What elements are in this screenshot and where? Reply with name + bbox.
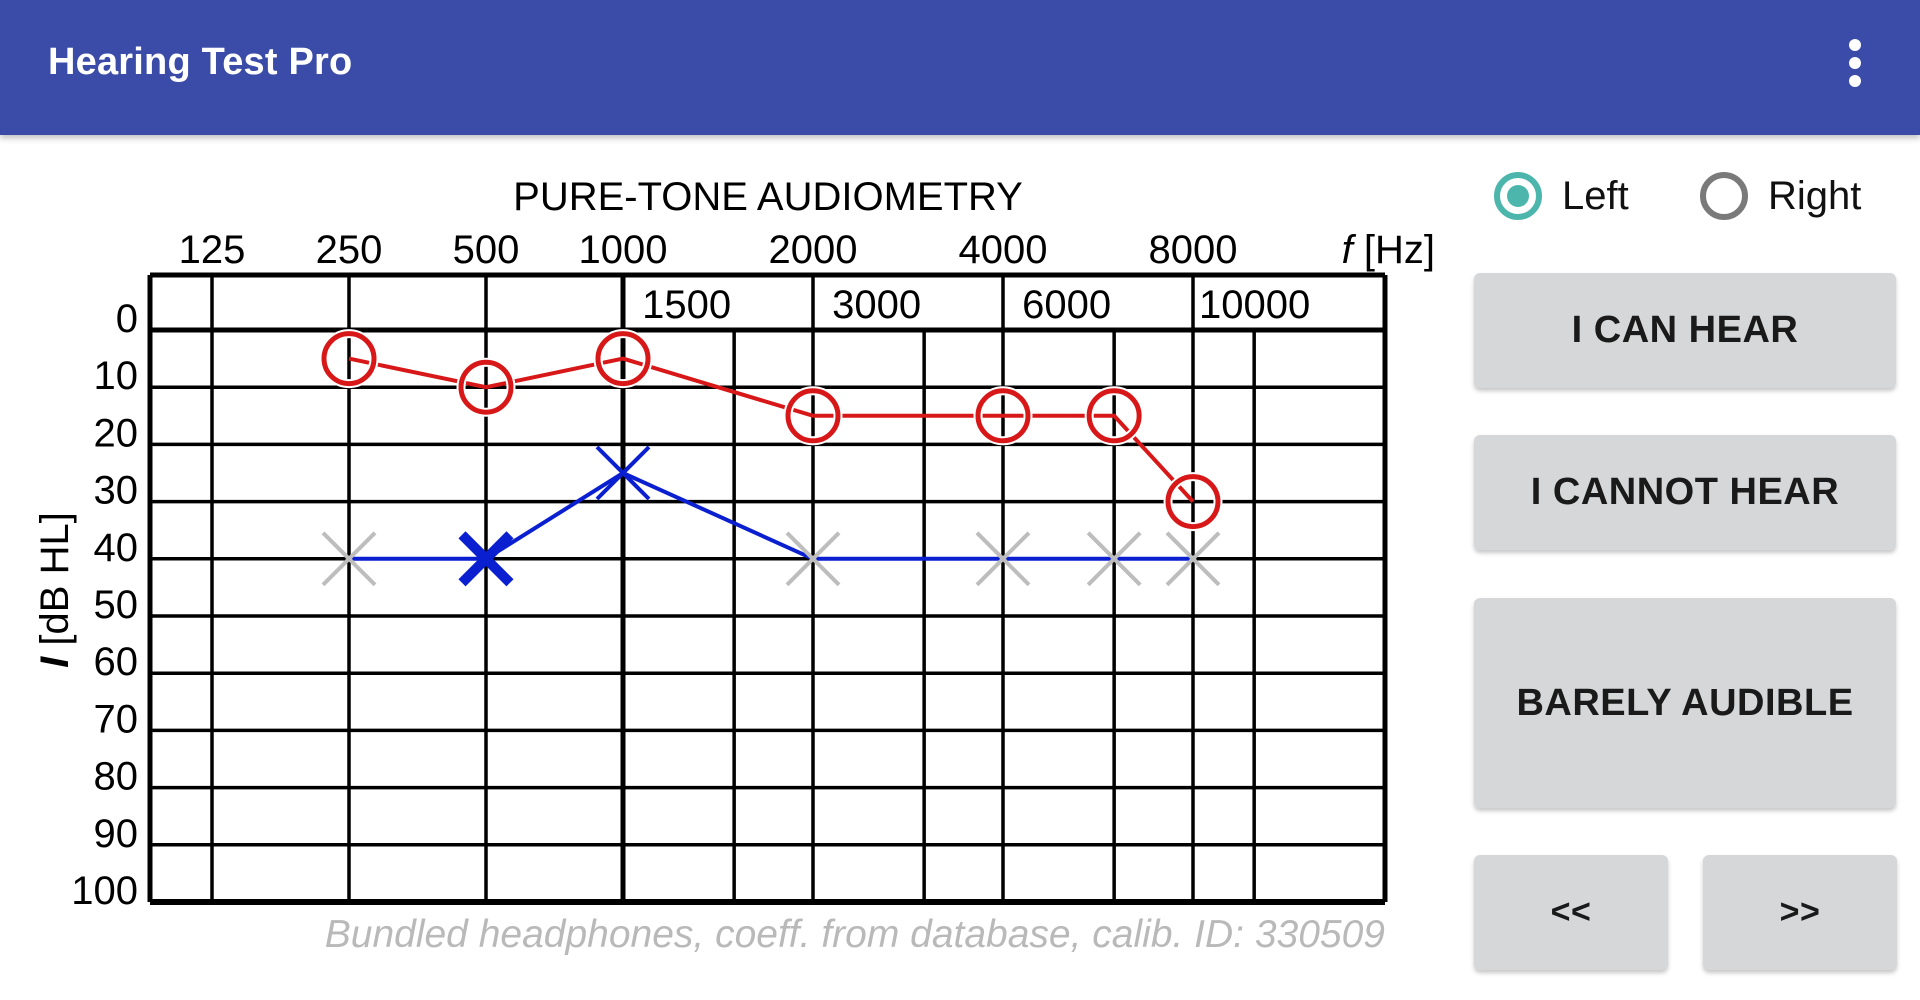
app-title: Hearing Test Pro xyxy=(48,41,353,83)
i-can-hear-button[interactable]: I CAN HEAR xyxy=(1474,273,1896,388)
audiogram-chart: PURE-TONE AUDIOMETRY125 250 500 1000 2000 400… xyxy=(33,175,1435,956)
y-tick-label: 70 xyxy=(94,697,139,741)
calibration-footer: Bundled headphones, coeff. from database… xyxy=(325,913,1385,956)
y-axis-label: I [dB HL] xyxy=(33,512,77,668)
barely-audible-button[interactable]: BARELY AUDIBLE xyxy=(1474,598,1896,808)
y-tick-label: 20 xyxy=(94,411,139,455)
radio-right-ear[interactable]: Right xyxy=(1700,166,1861,226)
i-cannot-hear-button[interactable]: I CANNOT HEAR xyxy=(1474,435,1896,550)
radio-left-ear[interactable]: Left xyxy=(1494,166,1629,226)
x-tick-label: 125 xyxy=(179,228,246,272)
x-tick-label: 4000 xyxy=(959,228,1048,272)
radio-indicator-left[interactable] xyxy=(1494,172,1542,220)
y-tick-label: 90 xyxy=(94,812,139,856)
x-tick-label: 8000 xyxy=(1149,228,1238,272)
x-tick-label: 250 xyxy=(316,228,383,272)
app-bar: Hearing Test Pro xyxy=(0,0,1920,135)
x-tick-label: 1000 xyxy=(579,228,668,272)
x-tick-label: 2000 xyxy=(769,228,858,272)
y-tick-label: 80 xyxy=(94,755,139,799)
x-tick-label: 500 xyxy=(453,228,520,272)
y-tick-label: 0 xyxy=(116,297,138,341)
y-tick-label: 30 xyxy=(94,469,139,513)
radio-indicator-right[interactable] xyxy=(1700,172,1748,220)
x-tick-label-secondary: 3000 xyxy=(832,283,921,327)
x-tick-label-secondary: 10000 xyxy=(1199,283,1310,327)
previous-button[interactable]: << xyxy=(1474,855,1668,970)
more-vert-icon[interactable] xyxy=(1838,30,1872,98)
chart-grid xyxy=(147,272,1388,905)
x-tick-label-secondary: 1500 xyxy=(642,283,731,327)
chart-title: PURE-TONE AUDIOMETRY xyxy=(513,175,1023,219)
y-tick-label: 50 xyxy=(94,583,139,627)
next-button[interactable]: >> xyxy=(1703,855,1897,970)
y-tick-label: 100 xyxy=(71,869,138,913)
series-line-circle xyxy=(348,356,1195,503)
y-tick-label: 10 xyxy=(94,354,139,398)
radio-left-label: Left xyxy=(1562,173,1629,218)
x-tick-label-secondary: 6000 xyxy=(1022,283,1111,327)
y-tick-label: 60 xyxy=(94,640,139,684)
y-tick-label: 40 xyxy=(94,526,139,570)
x-axis-label: f [Hz] xyxy=(1342,228,1435,272)
radio-right-label: Right xyxy=(1768,173,1862,218)
chart-series xyxy=(319,329,1223,587)
